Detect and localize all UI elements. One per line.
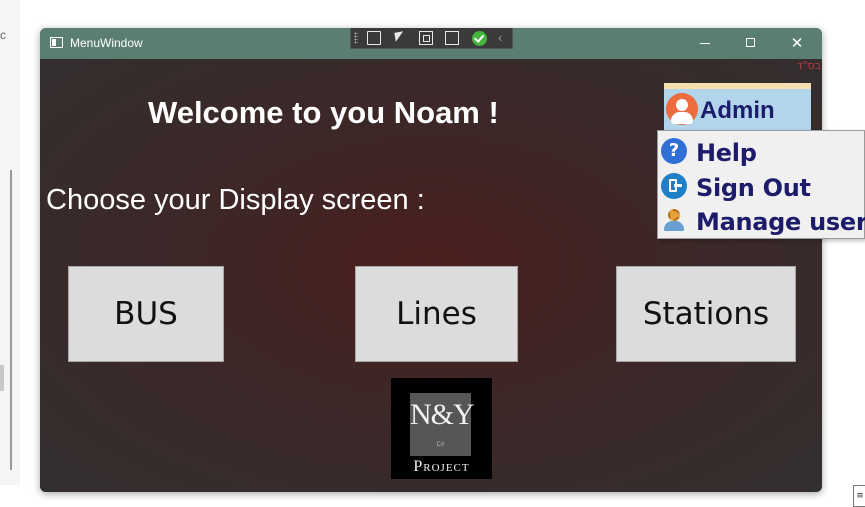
logo-word: Project: [413, 458, 470, 475]
display-layout-adorners-icon[interactable]: [419, 31, 433, 45]
window-title: MenuWindow: [70, 36, 143, 50]
menu-item-label: Sign Out: [696, 174, 811, 202]
manage-users-icon: [661, 206, 687, 232]
background-edge-glyph: c: [0, 28, 6, 42]
user-dropdown-menu: ? Help Sign Out Manage users: [657, 130, 865, 239]
close-button[interactable]: ✕: [786, 34, 808, 52]
minimize-button[interactable]: [695, 34, 717, 52]
background-corner-icon[interactable]: ≡: [853, 485, 865, 507]
bus-button[interactable]: BUS: [68, 266, 224, 362]
lines-button[interactable]: Lines: [355, 266, 518, 362]
debug-toolbar: ‹: [350, 28, 513, 49]
binding-check-icon[interactable]: [472, 31, 487, 46]
select-element-icon[interactable]: [393, 31, 407, 45]
menu-item-manage-users[interactable]: Manage users: [658, 202, 865, 236]
admin-avatar-icon: [666, 93, 698, 125]
menu-item-help[interactable]: ? Help: [658, 133, 865, 167]
stations-button[interactable]: Stations: [616, 266, 796, 362]
welcome-heading: Welcome to you Noam !: [148, 95, 499, 130]
admin-menu-header[interactable]: Admin: [664, 83, 811, 130]
background-window: c: [0, 0, 20, 485]
display-prompt: Choose your Display screen :: [46, 184, 425, 216]
background-scroll-thumb[interactable]: [0, 365, 4, 391]
track-focus-icon[interactable]: [445, 31, 459, 45]
menu-item-label: Manage users: [696, 208, 865, 236]
background-scrollbar[interactable]: [10, 170, 12, 470]
menu-item-sign-out[interactable]: Sign Out: [658, 168, 865, 202]
toolbar-grip-icon[interactable]: [354, 32, 358, 44]
admin-label: Admin: [700, 97, 775, 124]
help-icon: ?: [661, 138, 687, 164]
logo-card: N&Y C#: [410, 393, 475, 456]
window-app-icon: [50, 37, 63, 48]
project-logo: N&Y C# Project: [391, 378, 492, 479]
collapse-toolbar-chevron-icon[interactable]: ‹: [498, 30, 502, 45]
corner-mark: בס"ד: [796, 59, 821, 72]
title-bar[interactable]: MenuWindow ‹ ✕: [40, 28, 822, 59]
logo-subtitle: C#: [436, 442, 445, 448]
maximize-button[interactable]: [740, 34, 762, 52]
sign-out-icon: [661, 173, 687, 199]
maximize-icon: [746, 38, 755, 47]
menu-item-label: Help: [696, 139, 757, 167]
logo-initials: N&Y: [410, 398, 475, 431]
live-visual-tree-icon[interactable]: [367, 31, 381, 45]
minimize-icon: [700, 43, 710, 44]
